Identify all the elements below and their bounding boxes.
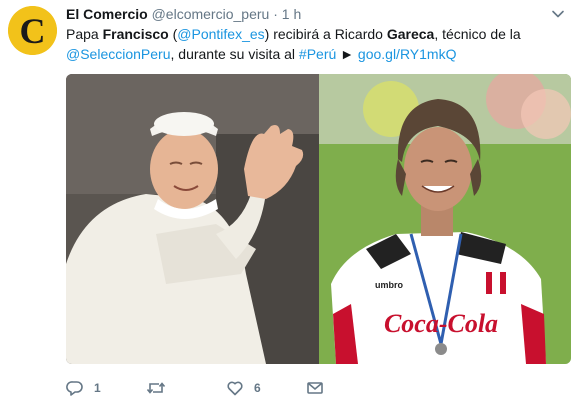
tweet-header: El Comercio @elcomercio_peru · 1 h xyxy=(66,5,301,23)
photo-gareca: Coca-Cola umbro xyxy=(319,74,571,364)
message-icon[interactable] xyxy=(306,379,324,397)
text-part: ( xyxy=(168,26,178,42)
message-action[interactable] xyxy=(306,378,324,398)
tweet-media[interactable]: Coca-Cola umbro xyxy=(66,74,571,364)
photo-pope xyxy=(66,74,319,364)
mention-seleccion-link[interactable]: @SeleccionPeru xyxy=(66,46,171,62)
meta-separator: · xyxy=(273,6,278,22)
reply-count: 1 xyxy=(94,381,101,395)
tweet-actions: 1 6 xyxy=(66,378,366,398)
shirt-maker-text: umbro xyxy=(375,280,404,290)
avatar-letter: C xyxy=(20,11,46,51)
tweet-text: Papa Francisco (@Pontifex_es) recibirá a… xyxy=(66,24,566,64)
text-part: , técnico de la xyxy=(434,26,521,42)
avatar[interactable]: C xyxy=(8,6,57,55)
reply-action[interactable]: 1 xyxy=(66,378,101,398)
shirt-brand-text: Coca-Cola xyxy=(384,309,498,338)
short-url-link[interactable]: goo.gl/RY1mkQ xyxy=(358,46,457,62)
account-handle[interactable]: @elcomercio_peru xyxy=(152,6,270,22)
text-part: ► xyxy=(336,46,358,62)
retweet-icon[interactable] xyxy=(146,379,166,397)
account-name[interactable]: El Comercio xyxy=(66,6,148,22)
caret-down-icon[interactable] xyxy=(551,7,565,21)
mention-francisco: Francisco xyxy=(102,26,169,42)
tweet-time[interactable]: 1 h xyxy=(282,6,301,22)
like-icon[interactable] xyxy=(226,379,244,397)
media-photo: Coca-Cola umbro xyxy=(66,74,571,364)
like-action[interactable]: 6 xyxy=(226,378,261,398)
mention-pontifex-link[interactable]: @Pontifex_es xyxy=(177,26,264,42)
name-gareca: Gareca xyxy=(386,26,435,42)
like-count: 6 xyxy=(254,381,261,395)
reply-icon[interactable] xyxy=(66,379,84,397)
text-part: , durante su visita al xyxy=(170,46,299,62)
el-comercio-logo: C xyxy=(8,6,57,55)
hashtag-peru-link[interactable]: #Perú xyxy=(299,46,336,62)
text-part: ) recibirá a Ricardo xyxy=(264,26,387,42)
retweet-action[interactable] xyxy=(146,378,176,398)
text-part: Papa xyxy=(66,26,103,42)
